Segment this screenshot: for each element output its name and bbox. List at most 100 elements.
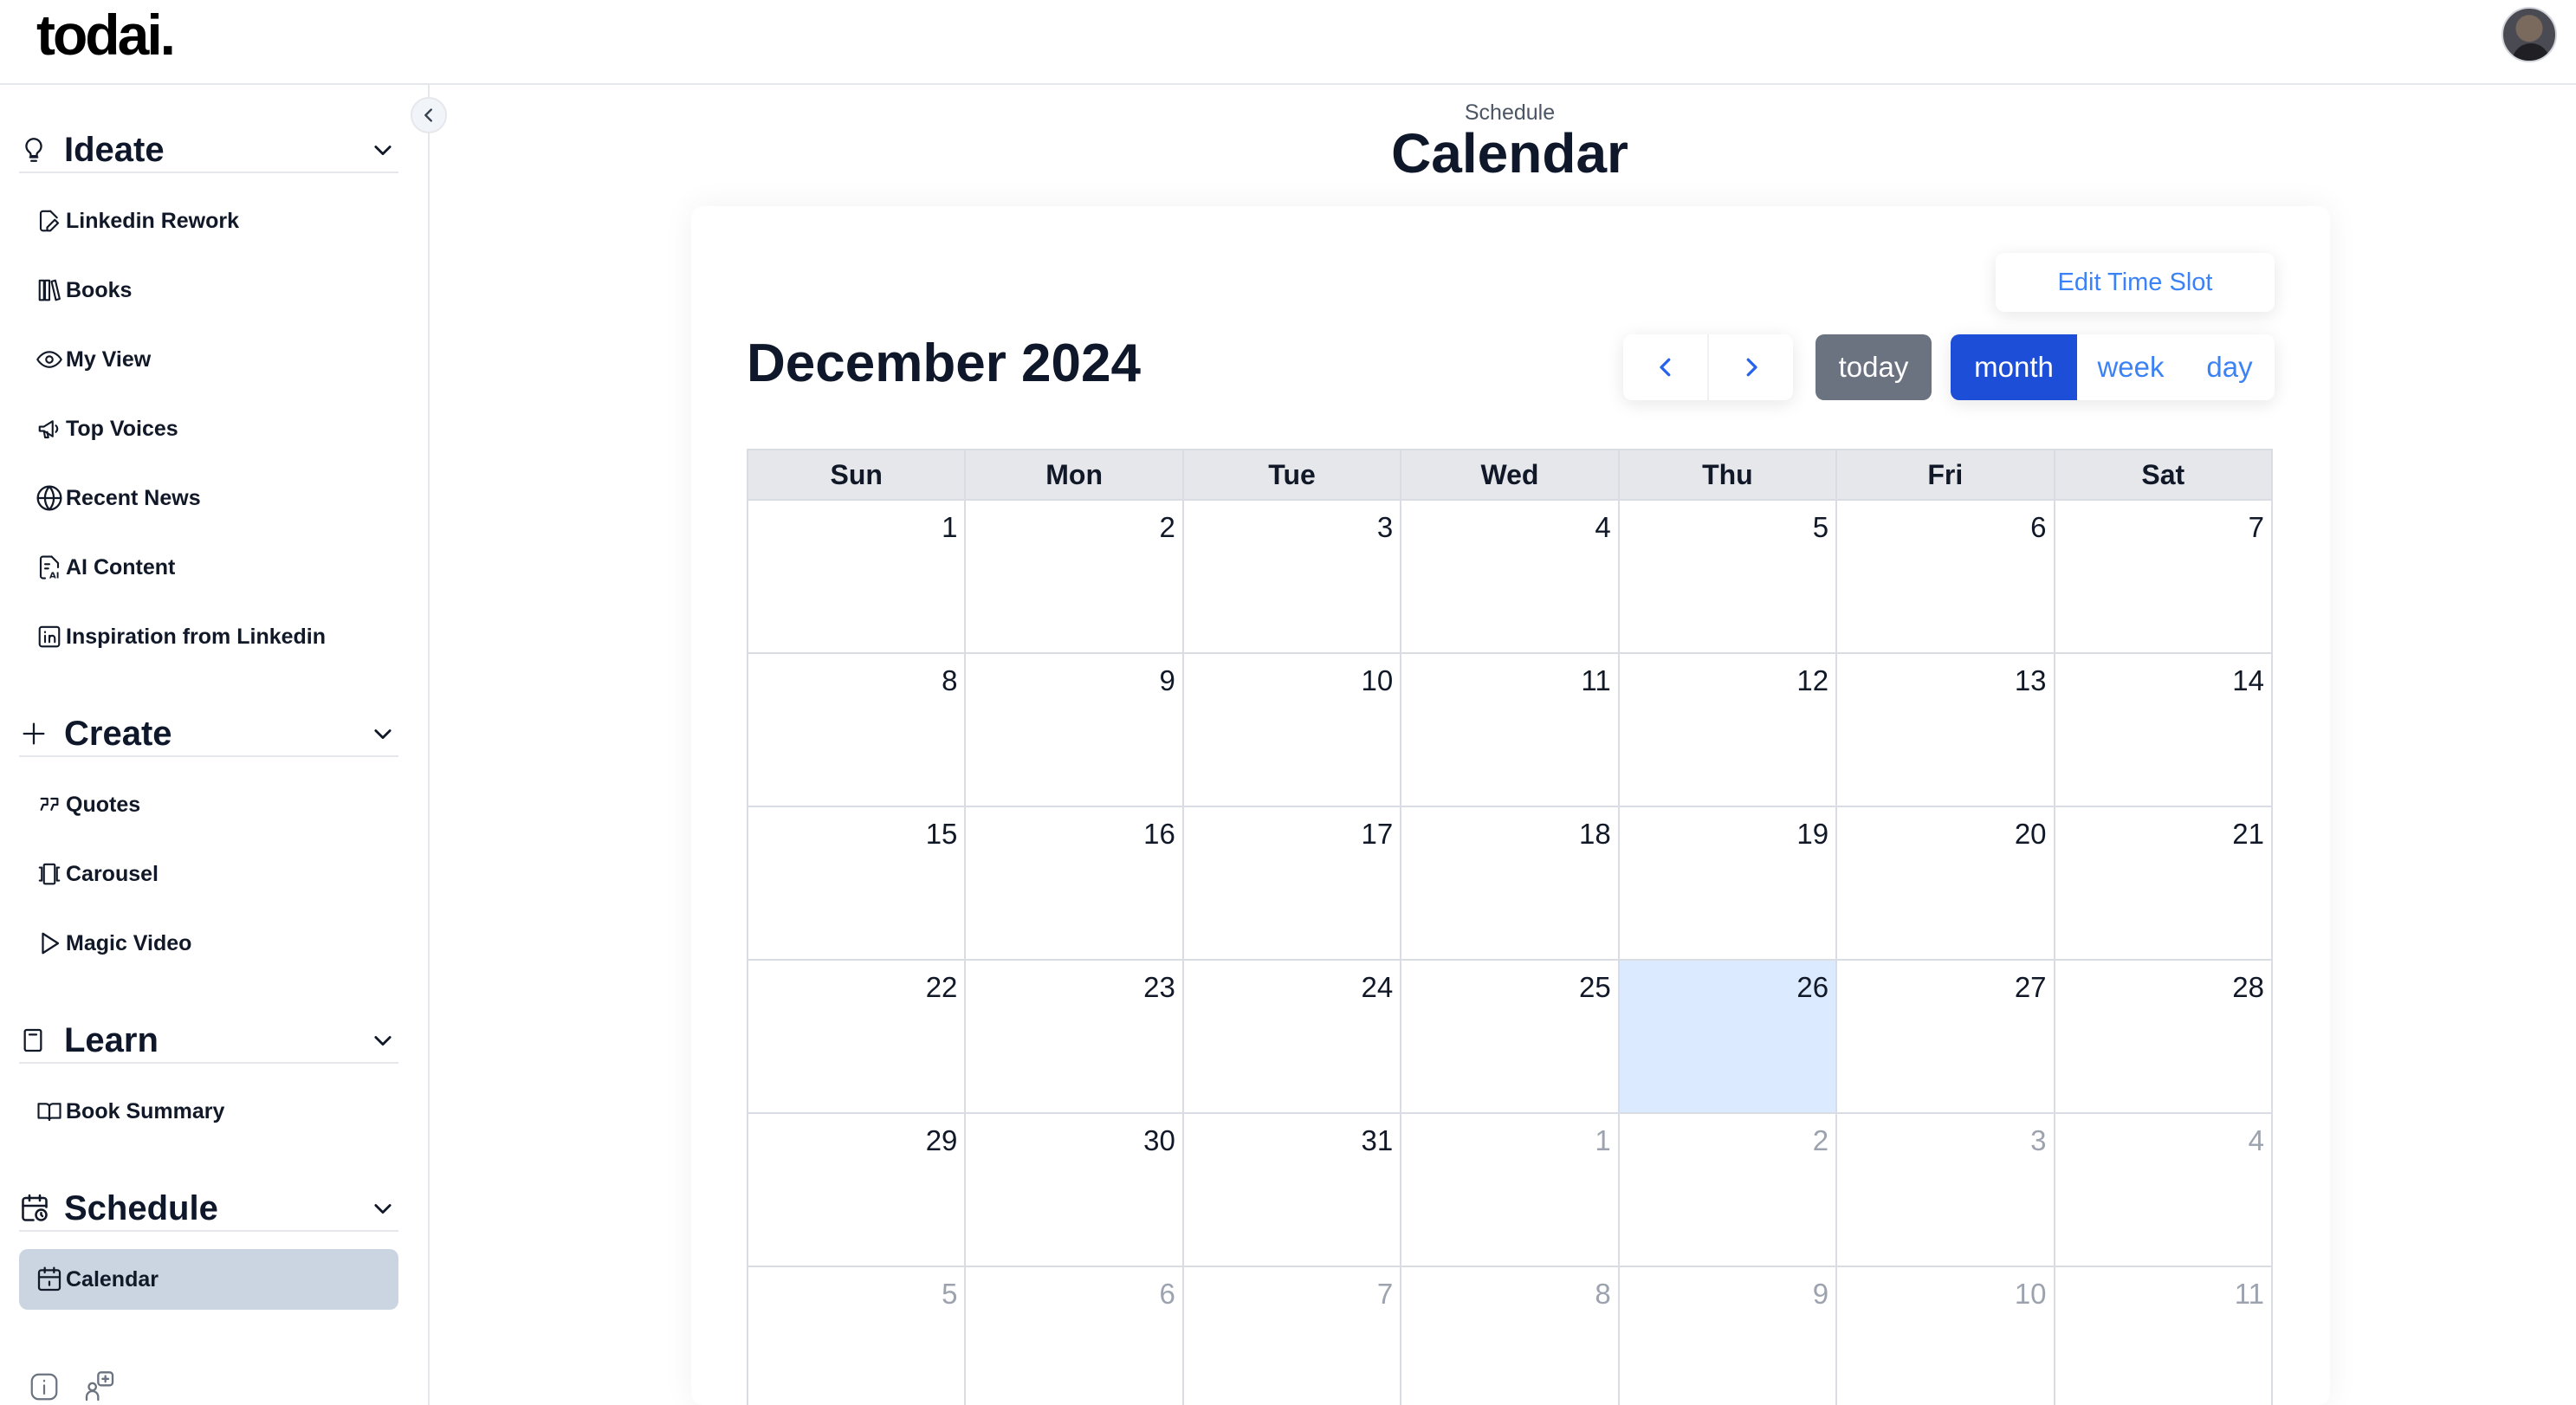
day-number[interactable]: 12	[1796, 664, 1828, 697]
day-number[interactable]: 22	[926, 971, 958, 1004]
info-icon[interactable]	[26, 1369, 62, 1405]
day-number[interactable]: 11	[2235, 1278, 2264, 1311]
day-number[interactable]: 3	[2030, 1124, 2046, 1157]
day-cell[interactable]: 28	[2055, 961, 2273, 1114]
view-month-button[interactable]: month	[1951, 334, 2077, 400]
logo[interactable]: todai.	[36, 2, 176, 68]
day-number[interactable]: 9	[1159, 664, 1175, 697]
day-cell[interactable]: 1	[748, 501, 967, 654]
section-ideate[interactable]: Ideate	[19, 128, 398, 173]
sidebar-item-my-view[interactable]: My View	[19, 329, 398, 390]
sidebar-item-magic-video[interactable]: Magic Video	[19, 913, 398, 974]
day-cell[interactable]: 27	[1837, 961, 2055, 1114]
next-month-button[interactable]	[1707, 334, 1793, 400]
day-number[interactable]: 27	[2015, 971, 2047, 1004]
day-cell[interactable]: 14	[2055, 654, 2273, 807]
edit-time-slot-button[interactable]: Edit Time Slot	[1996, 253, 2275, 312]
sidebar-item-calendar[interactable]: Calendar	[19, 1249, 398, 1310]
section-schedule[interactable]: Schedule	[19, 1187, 398, 1232]
chevron-down-icon[interactable]	[367, 1193, 398, 1224]
day-cell[interactable]: 10	[1183, 654, 1402, 807]
day-number[interactable]: 13	[2015, 664, 2047, 697]
day-number[interactable]: 23	[1143, 971, 1175, 1004]
day-number[interactable]: 14	[2232, 664, 2264, 697]
day-cell[interactable]: 1	[1401, 1114, 1620, 1267]
view-week-button[interactable]: week	[2077, 334, 2184, 400]
day-number[interactable]: 1	[1595, 1124, 1610, 1157]
view-day-button[interactable]: day	[2184, 334, 2275, 400]
sidebar-item-recent-news[interactable]: Recent News	[19, 468, 398, 528]
day-cell[interactable]: 12	[1619, 654, 1838, 807]
day-cell[interactable]: 10	[1837, 1267, 2055, 1405]
day-cell[interactable]: 6	[1837, 501, 2055, 654]
day-number[interactable]: 4	[2249, 1124, 2264, 1157]
sidebar-item-top-voices[interactable]: Top Voices	[19, 398, 398, 459]
day-cell[interactable]: 3	[1837, 1114, 2055, 1267]
day-number[interactable]: 17	[1362, 818, 1394, 851]
sidebar-item-books[interactable]: Books	[19, 260, 398, 320]
community-icon[interactable]	[81, 1369, 118, 1405]
day-number[interactable]: 15	[926, 818, 958, 851]
day-number[interactable]: 2	[1159, 511, 1175, 544]
day-cell[interactable]: 6	[966, 1267, 1184, 1405]
day-cell[interactable]: 11	[2055, 1267, 2273, 1405]
day-number[interactable]: 9	[1813, 1278, 1828, 1311]
day-number[interactable]: 18	[1579, 818, 1611, 851]
day-cell[interactable]: 29	[748, 1114, 967, 1267]
day-number[interactable]: 5	[942, 1278, 957, 1311]
day-cell[interactable]: 7	[2055, 501, 2273, 654]
day-number[interactable]: 1	[942, 511, 957, 544]
chevron-down-icon[interactable]	[367, 718, 398, 749]
day-number[interactable]: 5	[1813, 511, 1828, 544]
day-cell[interactable]: 7	[1184, 1267, 1402, 1405]
day-cell[interactable]: 11	[1401, 654, 1620, 807]
day-number[interactable]: 8	[1595, 1278, 1610, 1311]
sidebar-item-ai-content[interactable]: AI AI Content	[19, 537, 398, 598]
day-number[interactable]: 20	[2015, 818, 2047, 851]
section-create[interactable]: Create	[19, 712, 398, 757]
day-number[interactable]: 26	[1796, 971, 1828, 1004]
day-cell[interactable]: 9	[966, 654, 1184, 807]
day-number[interactable]: 6	[1159, 1278, 1175, 1311]
avatar[interactable]	[2502, 7, 2557, 62]
day-cell[interactable]: 13	[1837, 654, 2055, 807]
today-button[interactable]: today	[1815, 334, 1932, 400]
prev-month-button[interactable]	[1623, 334, 1707, 400]
day-cell[interactable]: 31	[1183, 1114, 1402, 1267]
day-cell[interactable]: 22	[748, 961, 967, 1114]
day-cell[interactable]: 16	[966, 807, 1184, 961]
day-cell[interactable]: 25	[1401, 961, 1620, 1114]
sidebar-item-quotes[interactable]: Quotes	[19, 774, 398, 835]
sidebar-item-book-summary[interactable]: Book Summary	[19, 1081, 398, 1142]
day-cell[interactable]: 24	[1183, 961, 1402, 1114]
chevron-down-icon[interactable]	[367, 1025, 398, 1056]
day-cell[interactable]: 15	[748, 807, 967, 961]
sidebar-item-linkedin-rework[interactable]: Linkedin Rework	[19, 191, 398, 251]
day-cell[interactable]: 21	[2055, 807, 2273, 961]
sidebar-item-carousel[interactable]: Carousel	[19, 844, 398, 904]
day-cell-today[interactable]: 26	[1619, 961, 1838, 1114]
day-number[interactable]: 10	[1362, 664, 1394, 697]
day-number[interactable]: 16	[1143, 818, 1175, 851]
day-cell[interactable]: 20	[1837, 807, 2055, 961]
day-cell[interactable]: 30	[966, 1114, 1184, 1267]
day-number[interactable]: 11	[1581, 664, 1610, 697]
day-number[interactable]: 24	[1362, 971, 1394, 1004]
day-cell[interactable]: 9	[1620, 1267, 1838, 1405]
sidebar-item-inspiration-linkedin[interactable]: Inspiration from Linkedin	[19, 606, 398, 667]
day-number[interactable]: 28	[2232, 971, 2264, 1004]
day-number[interactable]: 8	[942, 664, 957, 697]
day-cell[interactable]: 5	[748, 1267, 967, 1405]
day-cell[interactable]: 4	[2055, 1114, 2273, 1267]
day-cell[interactable]: 5	[1619, 501, 1838, 654]
chevron-down-icon[interactable]	[367, 134, 398, 165]
day-number[interactable]: 7	[1377, 1278, 1393, 1311]
day-cell[interactable]: 19	[1619, 807, 1838, 961]
day-number[interactable]: 2	[1813, 1124, 1828, 1157]
day-number[interactable]: 30	[1143, 1124, 1175, 1157]
day-cell[interactable]: 8	[1401, 1267, 1620, 1405]
day-number[interactable]: 6	[2030, 511, 2046, 544]
day-number[interactable]: 31	[1362, 1124, 1394, 1157]
day-cell[interactable]: 2	[966, 501, 1184, 654]
day-cell[interactable]: 3	[1183, 501, 1402, 654]
